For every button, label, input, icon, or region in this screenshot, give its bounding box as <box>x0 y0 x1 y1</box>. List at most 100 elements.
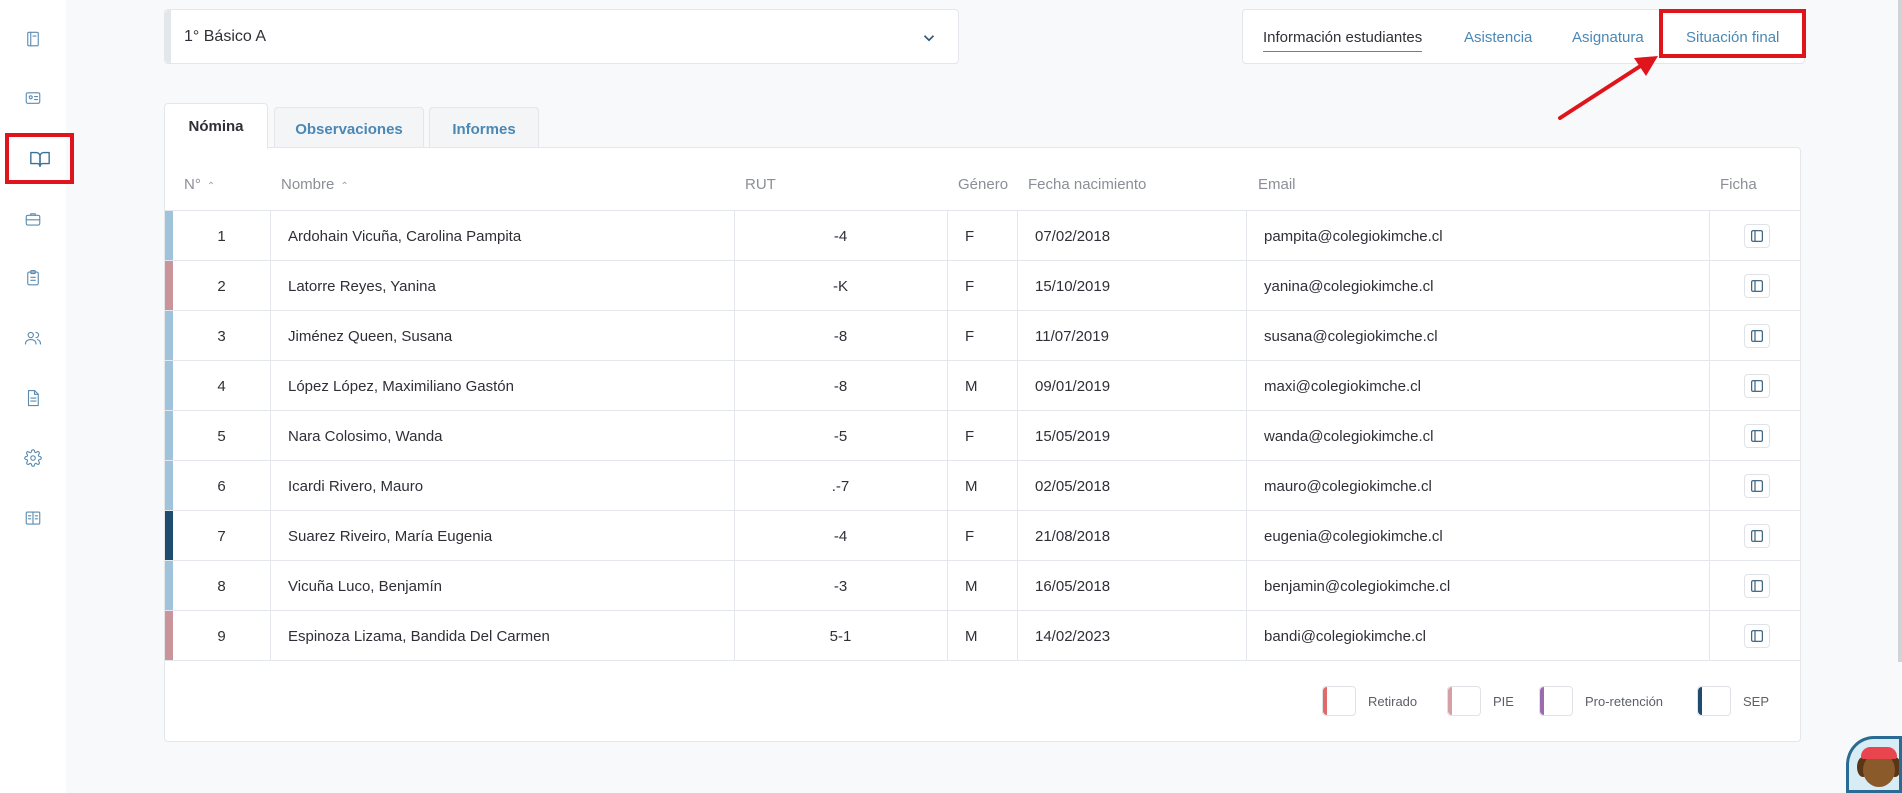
student-rut: -3 <box>833 577 848 595</box>
student-rut: -8 <box>833 377 848 395</box>
tab-informes[interactable]: Informes <box>429 107 539 151</box>
student-birth: 07/02/2018 <box>1035 227 1111 245</box>
legend-item: SEP <box>1697 686 1769 716</box>
student-name: López López, Maximiliano Gastón <box>288 377 514 395</box>
row-number: 7 <box>217 527 226 545</box>
table-row: 6 Icardi Rivero, Mauro .-7 M 02/05/2018 mauro… <box>165 460 1801 511</box>
student-name: Jiménez Queen, Susana <box>288 327 453 345</box>
student-email: susana@colegiokimche.cl <box>1264 327 1438 345</box>
row-number: 3 <box>217 327 226 345</box>
legend-label: Pro-retención <box>1585 693 1664 709</box>
student-birth: 09/01/2019 <box>1035 377 1111 395</box>
table-row: 5 Nara Colosimo, Wanda -5 F 15/05/2019 wanda@… <box>165 410 1801 461</box>
id-card-icon[interactable] <box>14 79 52 117</box>
table-row: 4 López López, Maximiliano Gastón -8 M 09/01… <box>165 360 1801 411</box>
user-avatar[interactable] <box>1846 736 1902 793</box>
ficha-icon[interactable] <box>1744 374 1770 398</box>
status-marker <box>165 611 173 661</box>
clipboard-icon[interactable] <box>14 259 52 297</box>
student-gender: F <box>965 527 975 545</box>
header-ficha: Ficha <box>1720 176 1757 193</box>
student-email: mauro@colegiokimche.cl <box>1264 477 1432 495</box>
sort-icon[interactable]: ⌃ <box>340 181 348 192</box>
legend-item: PIE <box>1447 686 1514 716</box>
status-marker <box>165 411 173 461</box>
open-book-icon[interactable] <box>5 133 74 184</box>
ficha-icon[interactable] <box>1744 574 1770 598</box>
row-number: 6 <box>217 477 226 495</box>
ficha-icon[interactable] <box>1744 274 1770 298</box>
header-num[interactable]: N° ⌃ <box>184 176 215 193</box>
status-marker <box>165 461 173 511</box>
legend-swatch <box>1322 686 1356 716</box>
ficha-icon[interactable] <box>1744 524 1770 548</box>
student-rut: -4 <box>833 227 848 245</box>
legend-label: Retirado <box>1368 693 1418 709</box>
table-row: 2 Latorre Reyes, Yanina -K F 15/10/2019 yanin… <box>165 260 1801 311</box>
tab-asistencia[interactable]: Asistencia <box>1464 29 1532 46</box>
sort-icon[interactable]: ⌃ <box>207 181 215 192</box>
status-marker <box>165 261 173 311</box>
table-header: N° ⌃ Nombre ⌃ RUT Género Fecha nacimiento … <box>165 172 1800 202</box>
course-select-value: 1° Básico A <box>184 28 266 45</box>
tab-observaciones[interactable]: Observaciones <box>274 107 424 151</box>
student-birth: 21/08/2018 <box>1035 527 1111 545</box>
ficha-icon[interactable] <box>1744 474 1770 498</box>
row-number: 1 <box>217 227 226 245</box>
tab-asignatura[interactable]: Asignatura <box>1572 29 1644 46</box>
gear-icon[interactable] <box>14 439 52 477</box>
ficha-icon[interactable] <box>1744 624 1770 648</box>
tab-nomina[interactable]: Nómina <box>164 103 268 149</box>
row-number: 2 <box>217 277 226 295</box>
student-gender: M <box>965 627 978 645</box>
legend-swatch <box>1539 686 1573 716</box>
manual-icon[interactable] <box>14 499 52 537</box>
ficha-icon[interactable] <box>1744 224 1770 248</box>
header-birth: Fecha nacimiento <box>1028 176 1147 193</box>
student-gender: M <box>965 377 978 395</box>
ficha-icon[interactable] <box>1744 424 1770 448</box>
course-select[interactable]: 1° Básico A <box>164 9 959 64</box>
student-birth: 14/02/2023 <box>1035 627 1111 645</box>
student-rut: 5-1 <box>829 627 852 645</box>
row-number: 9 <box>217 627 226 645</box>
users-icon[interactable] <box>14 319 52 357</box>
student-rut: .-7 <box>831 477 850 495</box>
student-email: bandi@colegiokimche.cl <box>1264 627 1426 645</box>
document-icon[interactable] <box>14 379 52 417</box>
legend-swatch <box>1447 686 1481 716</box>
header-rut: RUT <box>745 176 776 193</box>
legend-item: Pro-retención <box>1539 686 1663 716</box>
student-name: Espinoza Lizama, Bandida Del Carmen <box>288 627 550 645</box>
student-rut: -4 <box>833 527 848 545</box>
student-gender: F <box>965 227 975 245</box>
table-row: 9 Espinoza Lizama, Bandida Del Carmen 5-1 M… <box>165 610 1801 661</box>
header-email: Email <box>1258 176 1296 193</box>
student-email: yanina@colegiokimche.cl <box>1264 277 1434 295</box>
status-marker <box>165 561 173 611</box>
header-name[interactable]: Nombre ⌃ <box>281 176 349 193</box>
student-name: Nara Colosimo, Wanda <box>288 427 443 445</box>
student-name: Icardi Rivero, Mauro <box>288 477 424 495</box>
scrollbar[interactable] <box>1898 0 1902 662</box>
status-marker <box>165 211 173 261</box>
briefcase-icon[interactable] <box>14 200 52 238</box>
student-birth: 11/07/2019 <box>1035 327 1109 345</box>
sidebar <box>0 0 74 793</box>
student-birth: 15/10/2019 <box>1035 277 1111 295</box>
student-rut: -K <box>833 277 848 295</box>
tab-informacion-estudiantes[interactable]: Información estudiantes <box>1263 29 1423 52</box>
legend-label: SEP <box>1743 693 1770 709</box>
status-marker <box>165 361 173 411</box>
notebook-icon[interactable] <box>14 20 52 58</box>
table-row: 1 Ardohain Vicuña, Carolina Pampita -4 F 07/… <box>165 210 1801 261</box>
student-rut: -5 <box>833 427 848 445</box>
status-marker <box>165 511 173 561</box>
legend-label: PIE <box>1493 693 1514 709</box>
chevron-down-icon[interactable] <box>920 29 938 47</box>
legend-item: Retirado <box>1322 686 1417 716</box>
row-number: 4 <box>217 377 226 395</box>
student-name: Vicuña Luco, Benjamín <box>288 577 442 595</box>
annotation-arrow <box>1558 56 1658 120</box>
ficha-icon[interactable] <box>1744 324 1770 348</box>
